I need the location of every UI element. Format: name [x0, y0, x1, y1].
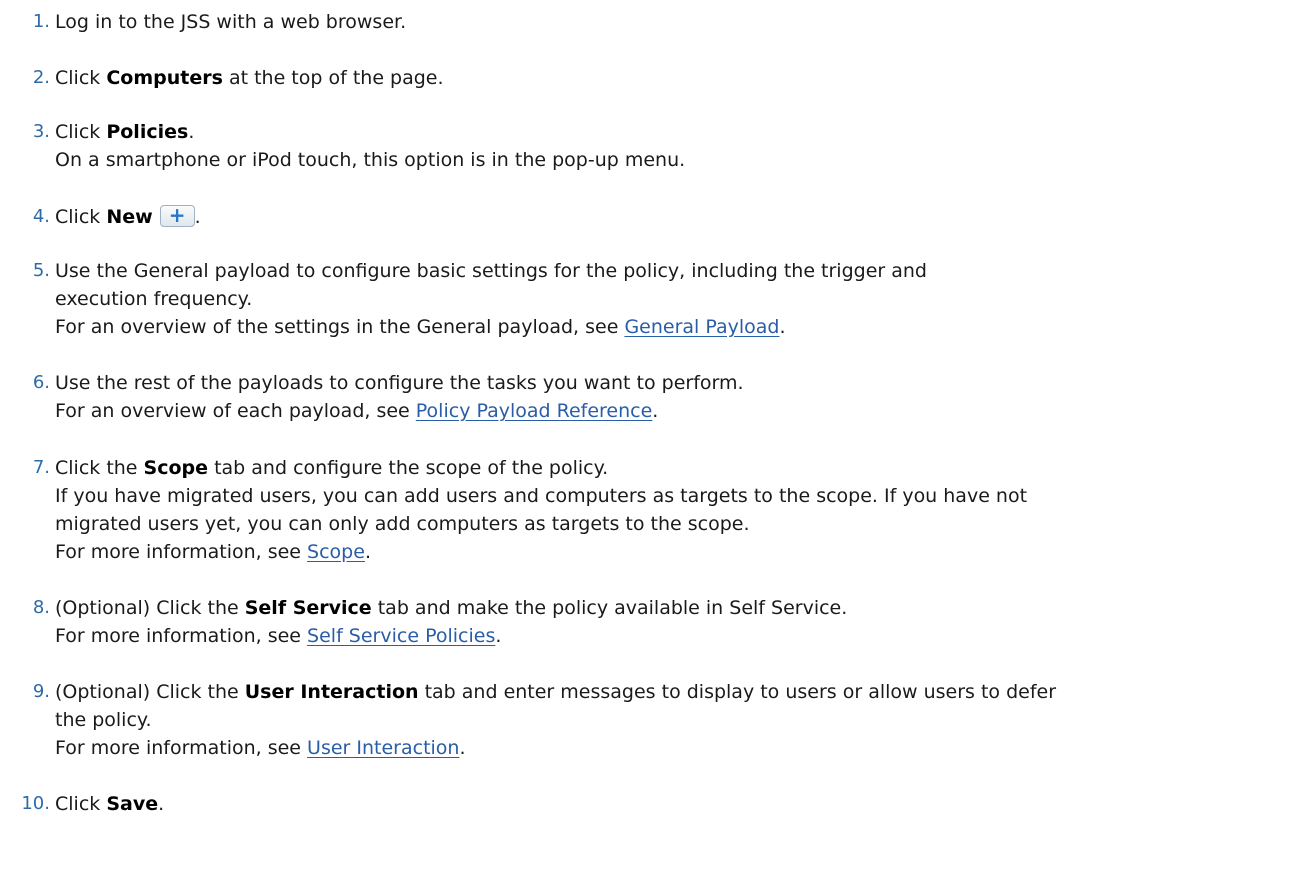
step-text: Log in to the JSS with a web browser.	[55, 11, 407, 33]
step-text: Click Save.	[55, 793, 165, 815]
step-body: Use the General payload to configure bas…	[55, 257, 1293, 341]
step-note: For more information, see User Interacti…	[55, 737, 466, 759]
step-text-continued: the policy.	[55, 709, 152, 731]
step-body: Click Save.	[55, 790, 1293, 818]
step-text: (Optional) Click the Self Service tab an…	[55, 597, 848, 619]
step-note: On a smartphone or iPod touch, this opti…	[55, 149, 686, 171]
step-number: 5.	[32, 260, 50, 281]
step-body: Log in to the JSS with a web browser.	[55, 8, 1293, 36]
ui-term-user-interaction: User Interaction	[244, 681, 419, 703]
step-number: 6.	[32, 372, 50, 393]
step-number: 1.	[32, 11, 50, 32]
procedure-steps: 1. Log in to the JSS with a web browser.…	[0, 0, 1303, 875]
plus-icon: +	[168, 202, 186, 227]
step-text: Use the rest of the payloads to configur…	[55, 372, 744, 394]
step-text: Click Computers at the top of the page.	[55, 67, 444, 89]
ui-term-new: New	[106, 206, 153, 228]
step-text: (Optional) Click the User Interaction ta…	[55, 681, 1057, 703]
plus-button-icon: +	[159, 202, 195, 227]
link-scope[interactable]: Scope	[307, 541, 365, 563]
step-number: 8.	[32, 597, 50, 618]
link-policy-payload-reference[interactable]: Policy Payload Reference	[416, 400, 653, 422]
step-text-continued: execution frequency.	[55, 288, 253, 310]
step-text: Click the Scope tab and configure the sc…	[55, 457, 609, 479]
step-text: Click Policies.	[55, 121, 195, 143]
step-body: Click New +.	[55, 203, 1293, 231]
step-number: 3.	[32, 121, 50, 142]
step-number: 4.	[32, 206, 50, 227]
link-self-service-policies[interactable]: Self Service Policies	[307, 625, 495, 647]
step-number: 9.	[32, 681, 50, 702]
step-body: Click the Scope tab and configure the sc…	[55, 454, 1293, 566]
step-body: (Optional) Click the Self Service tab an…	[55, 594, 1293, 650]
ui-term-scope: Scope	[143, 457, 209, 479]
step-note: For an overview of each payload, see Pol…	[55, 400, 659, 422]
step-note: For more information, see Self Service P…	[55, 625, 502, 647]
step-number: 7.	[32, 457, 50, 478]
ui-term-computers: Computers	[106, 67, 223, 89]
ui-term-save: Save	[106, 793, 159, 815]
step-text: Use the General payload to configure bas…	[55, 260, 927, 282]
step-body: Click Policies. On a smartphone or iPod …	[55, 118, 1293, 174]
ui-term-self-service: Self Service	[244, 597, 372, 619]
step-body: (Optional) Click the User Interaction ta…	[55, 678, 1293, 762]
step-body: Use the rest of the payloads to configur…	[55, 369, 1293, 425]
step-note: For an overview of the settings in the G…	[55, 316, 786, 338]
step-note-continued: migrated users yet, you can only add com…	[55, 513, 750, 535]
step-text: Click New +.	[55, 202, 201, 229]
step-number: 2.	[32, 67, 50, 88]
step-note-more-info: For more information, see Scope.	[55, 541, 371, 563]
link-general-payload[interactable]: General Payload	[624, 316, 779, 338]
step-number: 10.	[21, 793, 50, 814]
step-note: If you have migrated users, you can add …	[55, 485, 1028, 507]
step-body: Click Computers at the top of the page.	[55, 64, 1293, 92]
ui-term-policies: Policies	[106, 121, 189, 143]
link-user-interaction[interactable]: User Interaction	[307, 737, 459, 759]
